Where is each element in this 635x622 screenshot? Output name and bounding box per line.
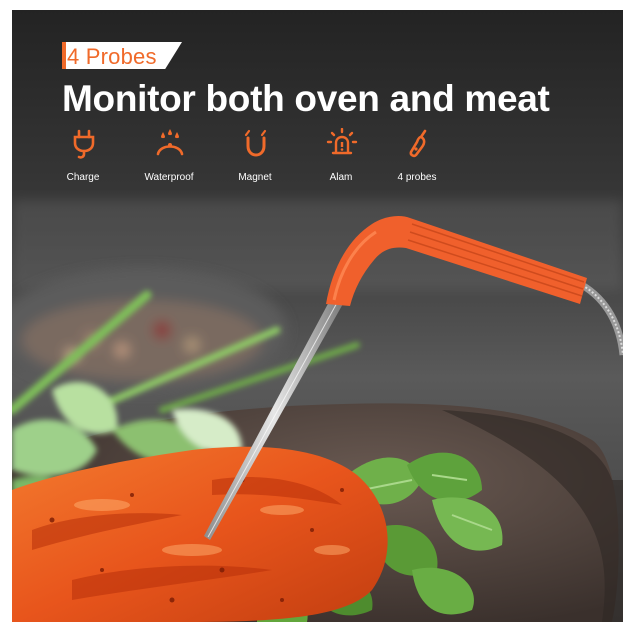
feature-label: Charge [66,172,100,183]
feature-probes: 4 probes [382,128,452,188]
feature-label: Waterproof [144,172,194,183]
feature-magnet: Magnet [220,128,290,188]
feature-label: Magnet [238,172,272,183]
product-banner: 4 Probes Monitor both oven and meat Char… [12,10,623,622]
feature-waterproof: Waterproof [134,128,204,188]
feature-label: Alam [329,172,353,183]
magnet-icon [244,129,267,157]
headline: Monitor both oven and meat [62,78,550,119]
feature-alarm: Alam [306,128,376,188]
badge-text: 4 Probes [67,44,157,69]
feature-label: 4 probes [397,172,437,183]
alarm-icon [326,128,358,155]
water-drops-icon [156,129,184,156]
probes-badge: 4 Probes [62,42,182,69]
plug-icon [73,129,95,159]
feature-charge: Charge [48,128,118,188]
feature-list: Charge Waterproof Magnet Alam 4 probes [48,128,448,188]
probe-icon [409,129,427,158]
